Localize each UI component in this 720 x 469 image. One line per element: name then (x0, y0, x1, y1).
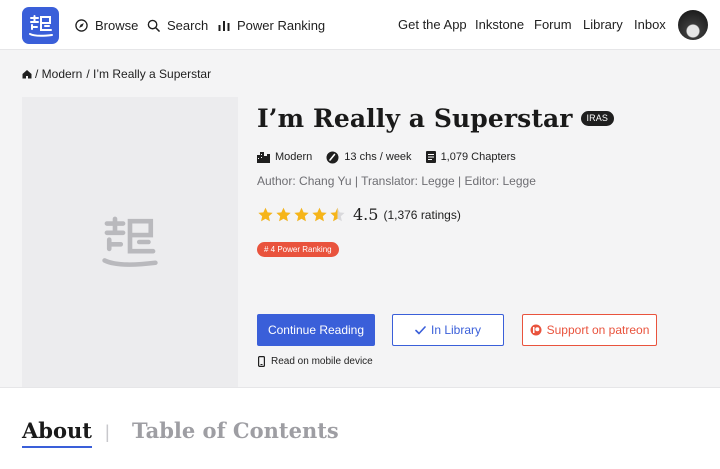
chapter-count: 1,079 Chapters (425, 151, 516, 163)
user-avatar[interactable] (678, 10, 708, 40)
checkmark-icon (415, 325, 426, 334)
inkstone-link[interactable]: Inkstone (475, 0, 524, 50)
tab-separator: | (105, 422, 110, 442)
continue-reading-label: Continue Reading (267, 323, 365, 337)
home-icon[interactable] (22, 69, 32, 79)
breadcrumb-current: / I’m Really a Superstar (86, 67, 212, 81)
read-on-mobile-label: Read on mobile device (271, 356, 373, 367)
rating-row: 4.5 (1,376 ratings) (257, 205, 461, 224)
city-icon (257, 151, 270, 163)
in-library-label: In Library (430, 323, 482, 337)
nav-browse[interactable]: Browse (75, 0, 138, 50)
document-icon (425, 151, 436, 163)
logo-glyph-icon (28, 14, 53, 37)
qidian-logo[interactable] (22, 7, 59, 44)
rating-score: 4.5 (353, 205, 379, 224)
power-ranking-badge[interactable]: # 4 Power Ranking (257, 242, 339, 257)
mobile-phone-icon (258, 356, 265, 367)
breadcrumb-modern[interactable]: / Modern (35, 67, 82, 81)
patreon-icon (530, 324, 542, 336)
read-on-mobile-link[interactable]: Read on mobile device (258, 356, 373, 367)
top-header: Browse Search Power Ranking Get the App … (0, 0, 720, 50)
library-link[interactable]: Library (583, 0, 623, 50)
patreon-button[interactable]: Support on patreon (522, 314, 657, 346)
star-icon (330, 207, 345, 221)
breadcrumb: / Modern / I’m Really a Superstar (22, 67, 211, 81)
book-title-text: I’m Really a Superstar (257, 104, 573, 133)
star-icon (276, 207, 291, 221)
release-frequency: 13 chs / week (326, 151, 412, 164)
search-icon (147, 19, 160, 32)
frequency-label: 13 chs / week (344, 151, 412, 163)
tab-table-of-contents[interactable]: Table of Contents (132, 418, 339, 443)
book-cover-placeholder (22, 97, 238, 387)
nav-browse-label: Browse (95, 17, 139, 33)
content-tabs: About | Table of Contents (0, 387, 720, 469)
nav-power-ranking[interactable]: Power Ranking (218, 0, 325, 50)
in-library-button[interactable]: In Library (392, 314, 504, 346)
bar-chart-icon (218, 19, 230, 31)
star-rating[interactable] (257, 207, 347, 223)
star-icon (294, 207, 309, 221)
rating-count: (1,376 ratings) (383, 207, 461, 222)
continue-reading-button[interactable]: Continue Reading (257, 314, 375, 346)
chapters-label: 1,079 Chapters (440, 151, 516, 163)
tab-about[interactable]: About (22, 418, 92, 448)
nav-search-label: Search (167, 17, 209, 33)
patreon-label: Support on patreon (546, 323, 650, 337)
nav-power-ranking-label: Power Ranking (237, 17, 326, 33)
star-icon (312, 207, 327, 221)
get-app-link[interactable]: Get the App (398, 0, 467, 50)
pace-icon (326, 151, 339, 163)
book-meta: Modern 13 chs / week 1,079 Chapters (257, 149, 530, 165)
book-credits: Author: Chang Yu | Translator: Legge | E… (257, 174, 536, 188)
compass-icon (75, 18, 88, 32)
nav-search[interactable]: Search (147, 0, 208, 50)
star-icon (258, 207, 273, 221)
forum-link[interactable]: Forum (534, 0, 572, 50)
book-title: I’m Really a Superstar IRAS (257, 104, 614, 133)
genre-tag[interactable]: Modern (257, 151, 312, 163)
genre-label: Modern (275, 151, 313, 163)
cover-logo-icon (102, 216, 158, 267)
abbreviation-badge: IRAS (580, 111, 614, 126)
inbox-link[interactable]: Inbox (634, 0, 666, 50)
